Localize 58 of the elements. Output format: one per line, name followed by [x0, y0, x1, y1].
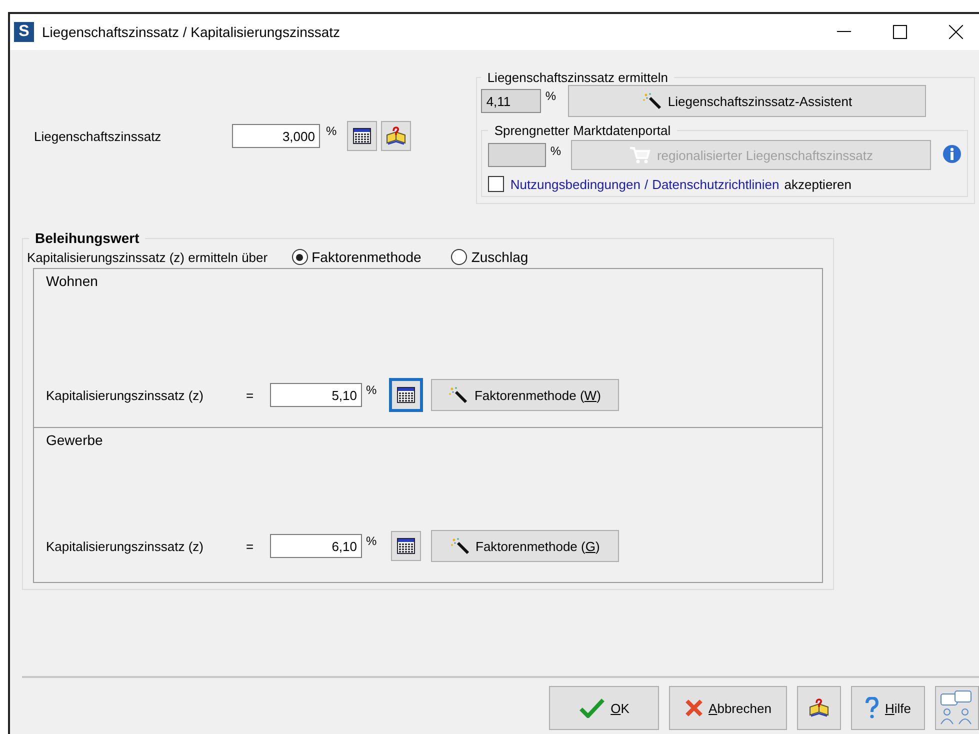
calendar-icon	[396, 387, 415, 403]
close-icon	[684, 699, 703, 717]
book-help-icon	[386, 126, 406, 146]
cart-icon	[628, 146, 651, 164]
cancel-button[interactable]: Abbrechen	[669, 686, 787, 730]
minimize-icon	[837, 31, 851, 33]
terms-link[interactable]: Nutzungsbedingungen	[510, 176, 640, 192]
app-icon: S	[14, 22, 34, 42]
support-chat-button[interactable]	[935, 686, 979, 730]
book-help-button[interactable]	[380, 121, 411, 151]
question-mark-icon	[864, 697, 879, 719]
magic-wand-icon	[448, 386, 468, 404]
book-help-icon	[809, 698, 829, 718]
factor-method-button[interactable]: Faktorenmethode (W)	[430, 379, 619, 411]
accept-text: akzeptieren	[784, 176, 852, 192]
equals-sign: =	[246, 388, 255, 402]
calendar-icon	[352, 128, 371, 144]
equals-sign: =	[246, 538, 255, 554]
rate-field[interactable]: 6,10	[270, 534, 362, 558]
field-label: Liegenschaftszinssatz	[34, 128, 162, 144]
calculator-button[interactable]	[390, 531, 421, 561]
rate-field[interactable]: 5,10	[270, 383, 362, 407]
field-label: Kapitalisierungszinssatz (z)	[46, 388, 205, 402]
calculator-button[interactable]	[346, 121, 377, 151]
check-icon	[578, 698, 605, 718]
unit-label: %	[550, 143, 561, 158]
magic-wand-icon	[642, 92, 662, 110]
calculator-button[interactable]	[390, 380, 421, 410]
unit-label: %	[366, 533, 377, 548]
assistant-button[interactable]: Liegenschaftszinssatz-Assistent	[568, 85, 926, 117]
group-title: Liegenschaftszinssatz ermitteln	[486, 70, 669, 85]
maximize-icon	[893, 25, 907, 39]
info-icon[interactable]	[941, 144, 963, 166]
group-title: Sprengnetter Marktdatenportal	[493, 123, 672, 138]
window-title: Liegenschaftszinssatz / Kapitalisierungszinssatz	[42, 24, 342, 40]
unit-label: %	[366, 382, 377, 397]
method-radio[interactable]: Faktorenmethode	[292, 249, 422, 265]
rate-field[interactable]: 4,11	[481, 89, 542, 113]
field-label: Kapitalisierungszinssatz (z)	[46, 538, 205, 554]
close-icon	[949, 25, 963, 39]
unit-label: %	[545, 88, 556, 103]
calendar-icon	[396, 538, 415, 554]
book-help-button[interactable]	[797, 686, 841, 730]
method-radio[interactable]: Zuschlag	[451, 249, 528, 265]
section-title: Gewerbe	[46, 432, 104, 448]
unit-label: %	[326, 123, 337, 138]
rate-field[interactable]	[488, 143, 546, 167]
magic-wand-icon	[450, 537, 470, 555]
separator-text: /	[644, 176, 648, 192]
privacy-link[interactable]: Datenschutzrichtlinien	[652, 176, 780, 192]
ok-button[interactable]: OK	[549, 686, 659, 730]
accept-checkbox[interactable]	[488, 176, 504, 192]
method-label: Kapitalisierungszinssatz (z) ermitteln über	[27, 250, 268, 264]
factor-method-button[interactable]: Faktorenmethode (G)	[430, 530, 619, 562]
group-title: Beleihungswert	[34, 230, 140, 246]
help-button[interactable]: Hilfe	[851, 686, 925, 730]
section-title: Wohnen	[46, 273, 99, 289]
rate-field[interactable]: 3,000	[232, 124, 320, 148]
